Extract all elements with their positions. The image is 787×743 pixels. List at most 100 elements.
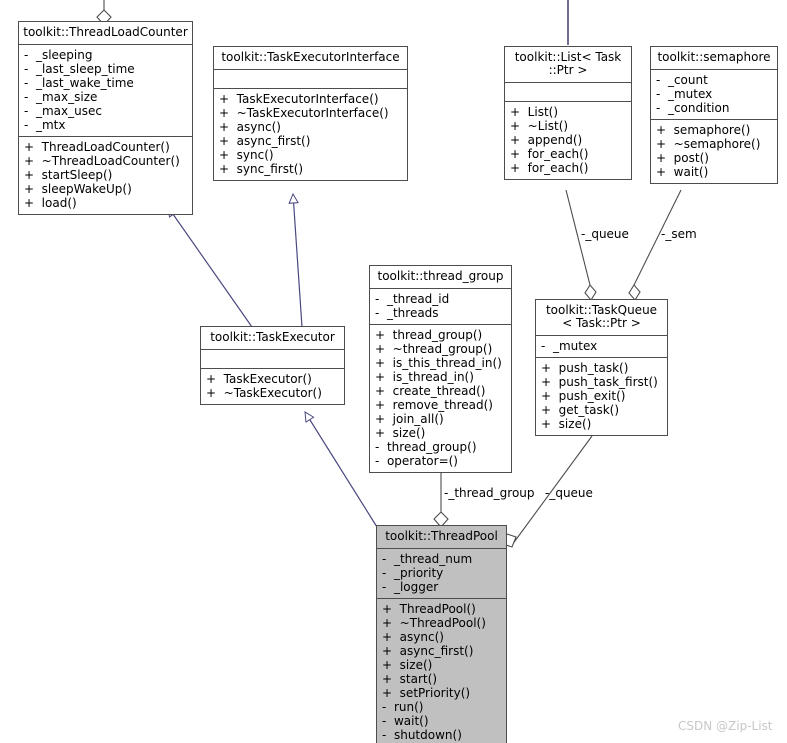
class-operations-list: + List() + ~List() + append() + for_each…	[505, 102, 631, 179]
uml-diagram-canvas: toolkit::ThreadLoadCounter - _sleeping -…	[0, 0, 787, 743]
operation: + wait()	[656, 165, 709, 179]
class-operations-taskexecutorinterface: + TaskExecutorInterface() + ~TaskExecuto…	[214, 89, 407, 180]
attribute: - _threads	[375, 306, 439, 320]
class-attributes-threadpool: - _thread_num - _priority - _logger	[377, 549, 506, 599]
operation: + ~TaskExecutor()	[206, 386, 322, 400]
class-operations-threadloadcounter: + ThreadLoadCounter() + ~ThreadLoadCount…	[19, 137, 192, 214]
attribute: - _max_size	[24, 90, 98, 104]
class-box-semaphore[interactable]: toolkit::semaphore - _count - _mutex - _…	[650, 46, 778, 184]
edge-label-queue-bottom: -_queue	[545, 486, 593, 500]
attribute: - _max_usec	[24, 104, 102, 118]
operation: + sleepWakeUp()	[24, 182, 132, 196]
operation: + append()	[510, 133, 583, 147]
operation: + List()	[510, 105, 559, 119]
operation: + get_task()	[541, 403, 620, 417]
operation: + is_this_thread_in()	[375, 356, 502, 370]
attribute: - _thread_num	[382, 552, 473, 566]
operation: + TaskExecutorInterface()	[219, 92, 379, 106]
operation: + semaphore()	[656, 123, 751, 137]
operation: + ~List()	[510, 119, 569, 133]
class-box-threadloadcounter[interactable]: toolkit::ThreadLoadCounter - _sleeping -…	[18, 21, 193, 215]
operation: + startSleep()	[24, 168, 113, 182]
class-title-list: toolkit::List< Task ::Ptr >	[505, 47, 631, 83]
operation: + post()	[656, 151, 709, 165]
attribute: - _mtx	[24, 118, 66, 132]
operation: + sync_first()	[219, 162, 304, 176]
attribute: - _last_wake_time	[24, 76, 134, 90]
attribute: - _mutex	[541, 339, 598, 353]
class-attributes-taskexecutor	[201, 350, 344, 369]
operation: + ThreadLoadCounter()	[24, 140, 170, 154]
operation: + remove_thread()	[375, 398, 493, 412]
class-title-taskqueue: toolkit::TaskQueue < Task::Ptr >	[536, 300, 667, 336]
operation: + ~ThreadLoadCounter()	[24, 154, 180, 168]
attribute: - _count	[656, 73, 708, 87]
class-box-taskexecutorinterface[interactable]: toolkit::TaskExecutorInterface + TaskExe…	[213, 46, 408, 181]
operation: - thread_group()	[375, 440, 477, 454]
attribute: - _thread_id	[375, 292, 450, 306]
operation: + size()	[375, 426, 426, 440]
attribute: - _priority	[382, 566, 444, 580]
operation: + join_all()	[375, 412, 444, 426]
operation: - operator=()	[375, 454, 458, 468]
class-title-taskexecutorinterface: toolkit::TaskExecutorInterface	[214, 47, 407, 70]
operation: + async()	[382, 630, 444, 644]
edge-generalization-taskexecutor-taskexecutorinterface	[293, 194, 303, 328]
operation: + sync()	[219, 148, 274, 162]
class-attributes-taskqueue: - _mutex	[536, 336, 667, 358]
operation: + ~TaskExecutorInterface()	[219, 106, 389, 120]
class-attributes-taskexecutorinterface	[214, 70, 407, 89]
edge-label-sem: -_sem	[661, 227, 697, 241]
edge-label-thread-group: -_thread_group	[444, 486, 535, 500]
edge-generalization-taskexecutor-threadloadcounter	[168, 207, 253, 328]
operation: + push_task_first()	[541, 375, 658, 389]
edge-label-queue-top: -_queue	[581, 227, 629, 241]
edge-aggregation-list-taskqueue	[565, 189, 597, 301]
class-box-taskexecutor[interactable]: toolkit::TaskExecutor + TaskExecutor() +…	[200, 326, 345, 405]
class-title-taskexecutor: toolkit::TaskExecutor	[201, 327, 344, 350]
class-title-threadloadcounter: toolkit::ThreadLoadCounter	[19, 22, 192, 45]
operation: + setPriority()	[382, 686, 471, 700]
operation: - shutdown()	[382, 728, 462, 742]
operation: + push_exit()	[541, 389, 626, 403]
operation: + thread_group()	[375, 328, 483, 342]
class-box-list[interactable]: toolkit::List< Task ::Ptr > + List() + ~…	[504, 46, 632, 180]
operation: - run()	[382, 700, 424, 714]
operation: - wait()	[382, 714, 429, 728]
class-title-semaphore: toolkit::semaphore	[651, 47, 777, 70]
operation: + async_first()	[219, 134, 311, 148]
edge-aggregation-semaphore-taskqueue	[628, 189, 682, 301]
class-title-threadpool: toolkit::ThreadPool	[377, 526, 506, 549]
class-box-threadpool[interactable]: toolkit::ThreadPool - _thread_num - _pri…	[376, 525, 507, 743]
operation: + size()	[382, 658, 433, 672]
attribute: - _sleeping	[24, 48, 93, 62]
class-operations-taskexecutor: + TaskExecutor() + ~TaskExecutor()	[201, 369, 344, 404]
class-box-threadgroup[interactable]: toolkit::thread_group - _thread_id - _th…	[369, 265, 512, 473]
class-operations-semaphore: + semaphore() + ~semaphore() + post() + …	[651, 120, 777, 183]
class-attributes-threadgroup: - _thread_id - _threads	[370, 289, 511, 325]
operation: + for_each()	[510, 161, 589, 175]
class-operations-threadgroup: + thread_group() + ~thread_group() + is_…	[370, 325, 511, 472]
class-attributes-threadloadcounter: - _sleeping - _last_sleep_time - _last_w…	[19, 45, 192, 137]
operation: + TaskExecutor()	[206, 372, 312, 386]
operation: + is_thread_in()	[375, 370, 474, 384]
operation: + ~thread_group()	[375, 342, 493, 356]
operation: + ~semaphore()	[656, 137, 761, 151]
operation: + size()	[541, 417, 592, 431]
class-attributes-semaphore: - _count - _mutex - _condition	[651, 70, 777, 120]
operation: + create_thread()	[375, 384, 486, 398]
class-title-threadgroup: toolkit::thread_group	[370, 266, 511, 289]
operation: + push_task()	[541, 361, 629, 375]
class-operations-threadpool: + ThreadPool() + ~ThreadPool() + async()…	[377, 599, 506, 743]
operation: + for_each()	[510, 147, 589, 161]
operation: + ~ThreadPool()	[382, 616, 486, 630]
operation: + async_first()	[382, 644, 474, 658]
operation: + ThreadPool()	[382, 602, 476, 616]
class-box-taskqueue[interactable]: toolkit::TaskQueue < Task::Ptr > - _mute…	[535, 299, 668, 436]
watermark-text: CSDN @Zip-List	[678, 719, 773, 733]
attribute: - _mutex	[656, 87, 713, 101]
attribute: - _condition	[656, 101, 730, 115]
operation: + load()	[24, 196, 77, 210]
operation: + async()	[219, 120, 281, 134]
edge-generalization-threadpool-taskexecutor	[305, 412, 378, 528]
